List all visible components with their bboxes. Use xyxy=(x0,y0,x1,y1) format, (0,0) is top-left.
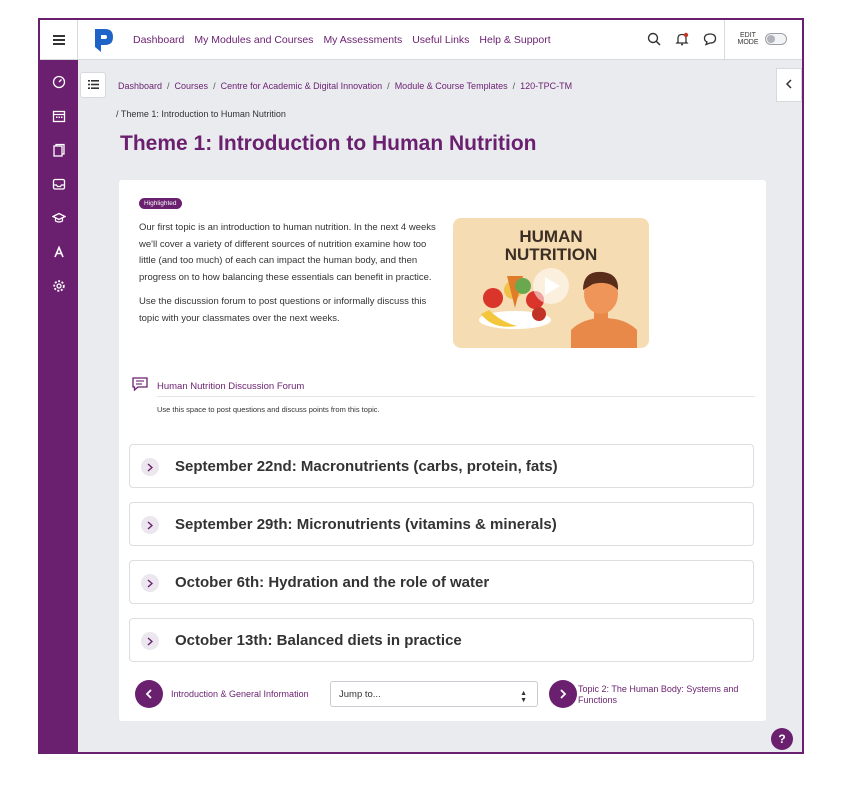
chevron-right-icon[interactable] xyxy=(141,632,159,650)
previous-section-link[interactable]: Introduction & General Information xyxy=(171,689,309,699)
chevron-right-icon xyxy=(560,689,567,699)
left-sidebar xyxy=(40,60,78,752)
summary-paragraph: Our first topic is an introduction to hu… xyxy=(139,222,436,283)
nav-help-support[interactable]: Help & Support xyxy=(479,34,550,46)
page-title: Theme 1: Introduction to Human Nutrition xyxy=(120,132,537,155)
breadcrumb-centre[interactable]: Centre for Academic & Digital Innovation xyxy=(221,81,383,91)
intro-video[interactable]: HUMAN NUTRITION xyxy=(453,218,649,348)
summary-paragraph: Use the discussion forum to post questio… xyxy=(139,296,427,324)
edit-mode-control: EDIT MODE xyxy=(724,20,802,60)
forum-icon xyxy=(131,376,149,397)
accessibility-icon[interactable] xyxy=(51,244,67,260)
primary-nav: Dashboard My Modules and Courses My Asse… xyxy=(133,20,551,60)
jump-to-value: Jump to... xyxy=(339,689,381,700)
breadcrumb-courses[interactable]: Courses xyxy=(175,81,209,91)
section-title[interactable]: September 29th: Micronutrients (vitamins… xyxy=(175,516,557,533)
forum-description: Use this space to post questions and dis… xyxy=(157,396,755,414)
section-title[interactable]: October 13th: Balanced diets in practice xyxy=(175,632,462,649)
highlighted-badge: Highlighted xyxy=(139,198,182,209)
section-week-2[interactable]: September 29th: Micronutrients (vitamins… xyxy=(129,502,754,546)
nav-my-assessments[interactable]: My Assessments xyxy=(323,34,402,46)
nav-actions xyxy=(646,31,718,47)
edit-mode-label: EDIT MODE xyxy=(737,32,759,46)
chevron-left-icon xyxy=(785,76,793,94)
messages-icon[interactable] xyxy=(702,31,718,47)
nutrition-illustration xyxy=(479,268,637,348)
notification-bell-icon[interactable] xyxy=(674,31,690,47)
next-section-button[interactable] xyxy=(549,680,577,708)
menu-icon[interactable] xyxy=(40,20,78,60)
chevron-right-icon[interactable] xyxy=(141,574,159,592)
section-title[interactable]: October 6th: Hydration and the role of w… xyxy=(175,574,489,591)
section-week-1[interactable]: September 22nd: Macronutrients (carbs, p… xyxy=(129,444,754,488)
nav-useful-links[interactable]: Useful Links xyxy=(412,34,469,46)
app-window: Dashboard My Modules and Courses My Asse… xyxy=(38,18,804,754)
calendar-icon[interactable] xyxy=(51,108,67,124)
breadcrumb-dashboard[interactable]: Dashboard xyxy=(118,81,162,91)
edit-mode-toggle[interactable] xyxy=(765,33,787,45)
forum-activity[interactable]: Human Nutrition Discussion Forum xyxy=(131,376,304,397)
top-navbar: Dashboard My Modules and Courses My Asse… xyxy=(40,20,802,60)
block-drawer-toggle[interactable] xyxy=(776,68,802,102)
chevron-left-icon xyxy=(145,689,152,699)
section-navigation: Introduction & General Information Jump … xyxy=(135,680,755,710)
section-week-4[interactable]: October 13th: Balanced diets in practice xyxy=(129,618,754,662)
chevron-right-icon[interactable] xyxy=(141,458,159,476)
breadcrumb-current: Theme 1: Introduction to Human Nutrition xyxy=(120,109,286,119)
section-title[interactable]: September 22nd: Macronutrients (carbs, p… xyxy=(175,458,558,475)
chevron-right-icon[interactable] xyxy=(141,516,159,534)
dashboard-gauge-icon[interactable] xyxy=(51,74,67,90)
site-logo[interactable] xyxy=(92,27,114,53)
nav-dashboard[interactable]: Dashboard xyxy=(133,34,184,46)
list-icon xyxy=(87,76,99,94)
breadcrumb-templates[interactable]: Module & Course Templates xyxy=(395,81,508,91)
search-icon[interactable] xyxy=(646,31,662,47)
section-card: Highlighted Our first topic is an introd… xyxy=(119,180,766,721)
previous-section-button[interactable] xyxy=(135,680,163,708)
courses-icon[interactable] xyxy=(51,142,67,158)
course-index-toggle[interactable] xyxy=(80,72,106,98)
breadcrumb-course[interactable]: 120-TPC-TM xyxy=(520,81,572,91)
jump-to-select[interactable]: Jump to... ▲ ▼ xyxy=(330,681,538,707)
forum-link[interactable]: Human Nutrition Discussion Forum xyxy=(157,381,304,392)
graduation-cap-icon[interactable] xyxy=(51,210,67,226)
nav-my-modules[interactable]: My Modules and Courses xyxy=(194,34,313,46)
select-caret-icon: ▲ ▼ xyxy=(520,690,527,704)
section-week-3[interactable]: October 6th: Hydration and the role of w… xyxy=(129,560,754,604)
inbox-icon[interactable] xyxy=(51,176,67,192)
next-section-link[interactable]: Topic 2: The Human Body: Systems and Fun… xyxy=(578,684,758,706)
help-button[interactable]: ? xyxy=(771,728,793,750)
settings-gear-icon[interactable] xyxy=(51,278,67,294)
breadcrumb: Dashboard / Courses / Centre for Academic & … xyxy=(116,81,573,119)
section-summary: Our first topic is an introduction to hu… xyxy=(139,220,437,335)
